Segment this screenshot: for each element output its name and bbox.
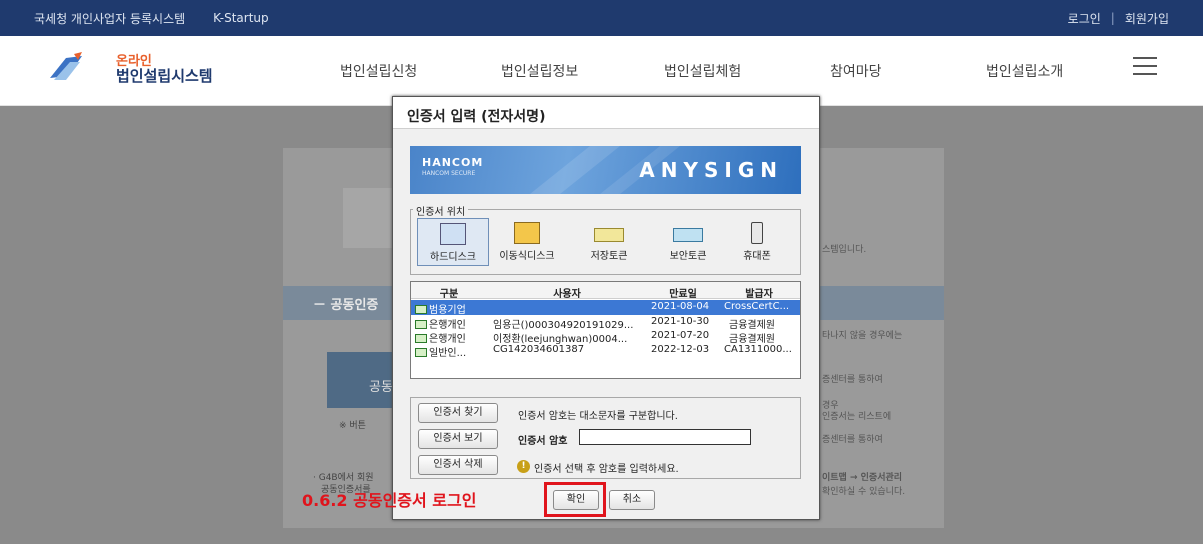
nav-community[interactable]: 참여마당 (830, 36, 882, 106)
background-text: 이트맵 → 인증서관리 (822, 473, 903, 483)
table-row[interactable]: 은행개인 임용근()000304920191029... 2021-10-30 … (411, 315, 800, 331)
find-certificate-button[interactable]: 인증서 찾기 (418, 403, 498, 423)
top-separator: | (1110, 11, 1115, 25)
header-expiry[interactable]: 만료일 (647, 285, 719, 300)
password-label: 인증서 암호 (518, 436, 568, 447)
background-text: 인증서는 리스트에 (822, 412, 892, 422)
storage-token-icon (594, 228, 624, 242)
logo-line2: 법인설립시스템 (116, 67, 213, 85)
location-label: 하드디스크 (430, 252, 476, 263)
hancom-logo: HANCOM (422, 156, 484, 169)
logo-icon[interactable] (46, 50, 86, 86)
background-login-text: 공동 (369, 380, 393, 395)
login-link[interactable]: 로그인 (1068, 10, 1101, 27)
location-label: 저장토큰 (590, 251, 628, 262)
annotation-caption: 0.6.2 공동인증서 로그인 (302, 491, 477, 510)
table-row[interactable]: 일반인... CG142034601387 2022-12-03 CA13110… (411, 343, 800, 359)
background-text: 증센터를 통하여 (822, 375, 883, 385)
certificate-icon (415, 305, 427, 314)
table-row[interactable]: 은행개인 이정환(leejunghwan)0004... 2021-07-20 … (411, 329, 800, 345)
certificate-dialog: 인증서 입력 (전자서명) HANCOM HANCOM SECURE ANYSI… (392, 96, 820, 520)
background-note: ※ 버튼 (339, 421, 366, 431)
menu-icon[interactable] (1133, 57, 1157, 75)
hard-disk-icon (440, 223, 466, 245)
location-security-token[interactable]: 보안토큰 (652, 218, 724, 266)
location-label: 이동식디스크 (499, 251, 555, 262)
location-storage-token[interactable]: 저장토큰 (573, 218, 645, 266)
removable-disk-icon (514, 222, 540, 244)
background-strip-label: － 공동인증 (313, 298, 379, 313)
certificate-icon (415, 320, 427, 329)
cell-issuer: CA1311000... (724, 344, 792, 355)
cell-type: 일반인... (429, 348, 467, 359)
top-bar: 국세청 개인사업자 등록시스템 K-Startup 로그인 | 회원가입 (0, 0, 1203, 36)
security-token-icon (673, 228, 703, 242)
password-input[interactable] (579, 429, 751, 445)
cancel-button[interactable]: 취소 (609, 490, 655, 510)
header-issuer[interactable]: 발급자 (719, 285, 799, 300)
location-mobile-phone[interactable]: 휴대폰 (721, 218, 793, 266)
cell-expiry: 2021-08-04 (651, 301, 710, 312)
table-header: 구분 사용자 만료일 발급자 (411, 282, 800, 300)
signup-link[interactable]: 회원가입 (1125, 10, 1169, 27)
location-label: 휴대폰 (743, 251, 771, 262)
cell-expiry: 2022-12-03 (651, 344, 710, 355)
cell-expiry: 2021-10-30 (651, 316, 710, 327)
certificate-icon (415, 348, 427, 357)
top-account-links: 로그인 | 회원가입 (1068, 0, 1169, 36)
location-label: 보안토큰 (669, 251, 707, 262)
ok-highlight-box (544, 482, 606, 517)
warning-icon: ! (517, 460, 530, 473)
location-removable-disk[interactable]: 이동식디스크 (491, 218, 563, 266)
dialog-title: 인증서 입력 (전자서명) (393, 97, 819, 129)
select-hint: 인증서 선택 후 암호를 입력하세요. (534, 464, 679, 475)
logo-text[interactable]: 온라인 법인설립시스템 (116, 54, 213, 84)
location-hard-disk[interactable]: 하드디스크 (417, 218, 489, 266)
nts-registration-link[interactable]: 국세청 개인사업자 등록시스템 (34, 10, 185, 27)
mobile-phone-icon (751, 222, 763, 244)
anysign-logo: ANYSIGN (639, 158, 783, 182)
header-type[interactable]: 구분 (411, 285, 487, 300)
view-certificate-button[interactable]: 인증서 보기 (418, 429, 498, 449)
delete-certificate-button[interactable]: 인증서 삭제 (418, 455, 498, 475)
table-row[interactable]: 범용기업 2021-08-04 CrossCertC... (411, 300, 800, 316)
background-text: 증센터를 통하여 (822, 435, 883, 445)
background-text: 타나지 않을 경우에는 (822, 331, 903, 341)
nav-about[interactable]: 법인설립소개 (986, 36, 1063, 106)
certificate-icon (415, 334, 427, 343)
certificate-table: 구분 사용자 만료일 발급자 범용기업 2021-08-04 CrossCert… (410, 281, 801, 379)
hancom-secure-text: HANCOM SECURE (422, 170, 476, 177)
background-text: 스템입니다. (822, 245, 867, 255)
password-case-hint: 인증서 암호는 대소문자를 구분합니다. (518, 411, 678, 422)
background-text: 확인하실 수 있습니다. (822, 487, 906, 497)
k-startup-link[interactable]: K-Startup (213, 11, 268, 25)
cell-issuer: CrossCertC... (724, 301, 790, 312)
header-user[interactable]: 사용자 (487, 285, 647, 300)
anysign-banner: HANCOM HANCOM SECURE ANYSIGN (410, 146, 801, 194)
cell-expiry: 2021-07-20 (651, 330, 710, 341)
location-group-label: 인증서 위치 (413, 203, 469, 218)
cell-user: CG142034601387 (493, 344, 585, 355)
